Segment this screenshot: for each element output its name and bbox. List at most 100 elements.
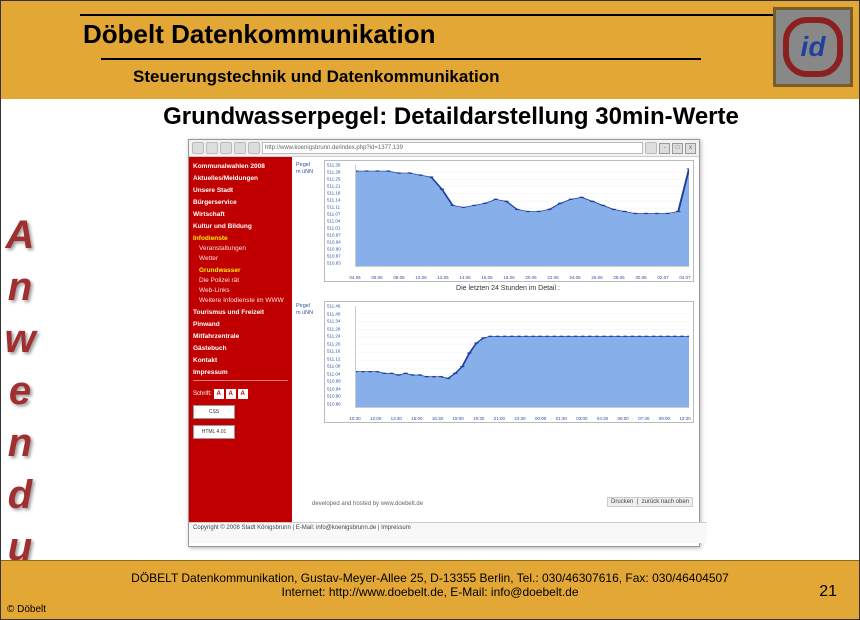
stop-button[interactable] (234, 142, 246, 154)
x-tick: 08.06 (393, 275, 404, 280)
header-title: Döbelt Datenkommunikation (83, 19, 435, 50)
back-button[interactable] (192, 142, 204, 154)
nav-item[interactable]: Web-Links (193, 286, 288, 296)
y-tick: 511.14 (327, 198, 340, 203)
y-tick: 511.24 (327, 334, 340, 339)
browser-toolbar: http://www.koenigsbrunn.de/index.php?id=… (189, 140, 699, 157)
y-tick: 511.25 (327, 177, 340, 182)
nav-item[interactable]: Kontakt (193, 356, 288, 366)
minimize-button[interactable]: - (659, 143, 670, 154)
page-number: 21 (819, 583, 837, 601)
x-tick: 15:00 (411, 416, 422, 421)
x-tick: 22:30 (514, 416, 525, 421)
x-tick: 03:00 (576, 416, 587, 421)
y-tick: 511.18 (327, 191, 340, 196)
browser-window: http://www.koenigsbrunn.de/index.php?id=… (188, 139, 700, 547)
y-tick: 511.11 (327, 205, 340, 210)
y-tick: 510.97 (327, 233, 341, 238)
nav-item[interactable]: Die Polizei rät (193, 276, 288, 286)
nav-item[interactable]: Impressum (193, 368, 288, 378)
close-button[interactable]: x (685, 143, 696, 154)
x-tick: 24.06 (569, 275, 580, 280)
x-tick: 30.06 (635, 275, 646, 280)
nav-item[interactable]: Wirtschaft (193, 210, 288, 220)
x-tick: 09:00 (659, 416, 670, 421)
logo: id (773, 7, 853, 87)
x-tick: 01:30 (556, 416, 567, 421)
home-button[interactable] (248, 142, 260, 154)
x-tick: 12.06 (437, 275, 448, 280)
forward-button[interactable] (206, 142, 218, 154)
font-size-button[interactable]: A (226, 389, 236, 399)
x-tick: 26.06 (591, 275, 602, 280)
x-tick: 18.06 (503, 275, 514, 280)
y-tick: 510.87 (327, 254, 341, 259)
y-tick: 511.28 (327, 326, 340, 331)
y-tick: 511.07 (327, 212, 340, 217)
site-navigation: Kommunalwahlen 2008 Aktuelles/Meldungen Un… (189, 157, 292, 529)
nav-item[interactable]: Infodienste (193, 234, 288, 244)
x-tick: 07:30 (638, 416, 649, 421)
x-tick: 13:30 (391, 416, 402, 421)
y-tick: 511.34 (327, 319, 340, 324)
nav-item[interactable]: Aktuelles/Meldungen (193, 174, 288, 184)
x-tick: 10.06 (415, 275, 426, 280)
slide-headline: Grundwasserpegel: Detaildarstellung 30mi… (61, 103, 841, 131)
nav-item[interactable]: Kommunalwahlen 2008 (193, 162, 288, 172)
footer-line-1: DÖBELT Datenkommunikation, Gustav-Meyer-… (1, 571, 859, 585)
y-tick: 511.30 (327, 163, 340, 168)
x-tick: 16.06 (481, 275, 492, 280)
x-tick: 28.06 (613, 275, 624, 280)
nav-item[interactable]: Veranstaltungen (193, 244, 288, 254)
validator-badge: HTML 4.01 (193, 425, 235, 439)
nav-item[interactable]: Weitere Infodienste im WWW (193, 296, 288, 306)
nav-item[interactable]: Gästebuch (193, 344, 288, 354)
x-tick: 02.07 (657, 275, 668, 280)
validator-badge: CSS (193, 405, 235, 419)
back-to-top-link[interactable]: zurück nach oben (642, 499, 689, 505)
slide-body: Anwendung Grundwasserpegel: Detaildarste… (1, 99, 859, 561)
footer-line-2: Internet: http://www.doebelt.de, E-Mail:… (1, 585, 859, 599)
font-size-button[interactable]: A (214, 389, 224, 399)
y-tick: 511.12 (327, 356, 340, 361)
y-tick: 511.20 (327, 341, 340, 346)
nav-item[interactable]: Mitfahrzentrale (193, 332, 288, 342)
nav-item[interactable]: Kultur und Bildung (193, 222, 288, 232)
nav-item[interactable]: Pinwand (193, 320, 288, 330)
copyright: © Döbelt (7, 604, 46, 615)
y-tick: 510.86 (327, 402, 341, 407)
chart2-ylabel-1: Pegel (296, 303, 310, 310)
nav-item[interactable]: Grundwasser (193, 266, 288, 276)
maximize-button[interactable]: □ (672, 143, 683, 154)
nav-item[interactable]: Unsere Stadt (193, 186, 288, 196)
nav-item[interactable]: Wetter (193, 254, 288, 264)
header-rule-top (80, 14, 780, 16)
go-button[interactable] (645, 142, 657, 154)
address-bar[interactable]: http://www.koenigsbrunn.de/index.php?id=… (262, 142, 643, 154)
print-link[interactable]: Drucken (611, 499, 633, 505)
reload-button[interactable] (220, 142, 232, 154)
x-tick: 14.06 (459, 275, 470, 280)
x-tick: 20.06 (525, 275, 536, 280)
x-tick: 18:00 (452, 416, 463, 421)
chart-section-title: Die letzten 24 Stunden im Detail : (324, 285, 692, 292)
x-tick: 19:30 (473, 416, 484, 421)
chart-overview: 511.30511.28511.25511.21511.18511.14511.… (324, 160, 694, 282)
x-tick: 04.06 (349, 275, 360, 280)
x-tick: 04.07 (679, 275, 690, 280)
nav-item[interactable]: Tourismus und Freizeit (193, 308, 288, 318)
y-tick: 511.04 (327, 219, 340, 224)
y-tick: 511.46 (327, 304, 340, 309)
font-size-button[interactable]: A (238, 389, 248, 399)
y-tick: 511.28 (327, 170, 340, 175)
y-tick: 511.16 (327, 349, 340, 354)
nav-item[interactable]: Bürgerservice (193, 198, 288, 208)
x-tick: 04:30 (597, 416, 608, 421)
header-rule-mid (101, 58, 701, 60)
x-tick: 12:00 (370, 416, 381, 421)
x-tick: 10:30 (679, 416, 690, 421)
header-subtitle: Steuerungstechnik und Datenkommunikation (133, 67, 500, 87)
x-tick: 06.06 (371, 275, 382, 280)
y-tick: 510.94 (327, 386, 341, 391)
x-tick: 16:30 (432, 416, 443, 421)
